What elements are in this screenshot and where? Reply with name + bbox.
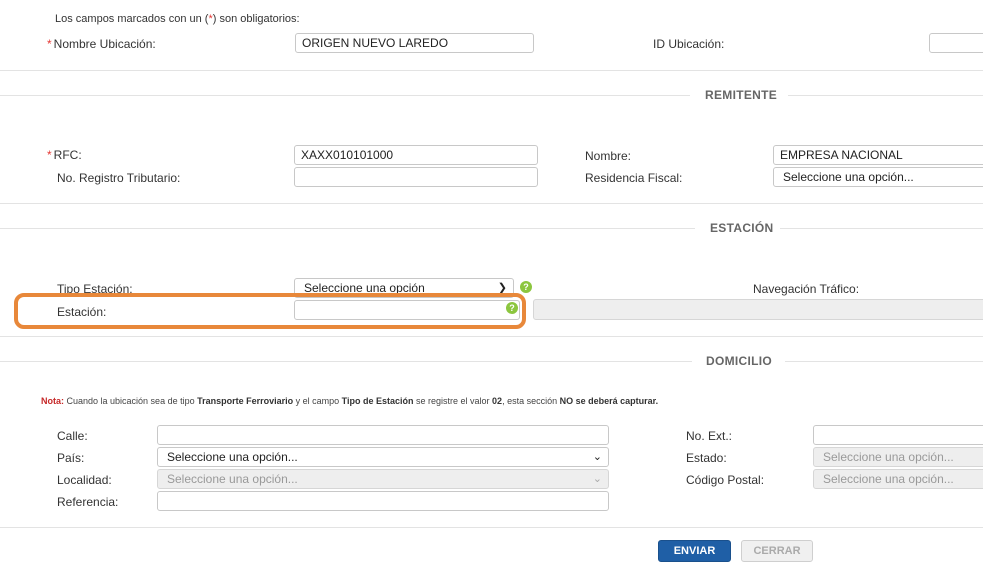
navegacion-trafico-label: Navegación Tráfico: xyxy=(753,282,860,296)
rfc-input[interactable]: XAXX010101000 xyxy=(294,145,538,165)
section-title-remitente: REMITENTE xyxy=(705,88,778,102)
referencia-input[interactable] xyxy=(157,491,609,511)
pais-label: País: xyxy=(57,451,85,465)
registro-tributario-input[interactable] xyxy=(294,167,538,187)
navegacion-trafico-field xyxy=(533,299,983,320)
enviar-button[interactable]: ENVIAR xyxy=(658,540,731,562)
divider xyxy=(0,203,983,204)
divider xyxy=(0,70,983,71)
referencia-label: Referencia: xyxy=(57,495,119,509)
rfc-label: * RFC: xyxy=(47,148,82,162)
nombre-input[interactable]: EMPRESA NACIONAL xyxy=(773,145,983,165)
domicilio-note: Nota: Cuando la ubicación sea de tipo Tr… xyxy=(41,396,659,406)
chevron-down-icon: ⌄ xyxy=(592,473,602,485)
section-line xyxy=(785,361,983,362)
section-line xyxy=(0,361,692,362)
estado-label: Estado: xyxy=(686,451,727,465)
estado-select[interactable]: Seleccione una opción... xyxy=(813,447,983,467)
section-line xyxy=(0,228,695,229)
chevron-down-icon: ⌄ xyxy=(592,451,602,463)
required-mark: * xyxy=(47,148,52,162)
pais-select[interactable]: Seleccione una opción... ⌄ xyxy=(157,447,609,467)
registro-tributario-label: No. Registro Tributario: xyxy=(57,171,181,185)
id-ubicacion-label: ID Ubicación: xyxy=(653,37,725,51)
nombre-ubicacion-label: * Nombre Ubicación: xyxy=(47,37,156,51)
section-line xyxy=(0,95,690,96)
section-title-domicilio: DOMICILIO xyxy=(706,354,773,368)
highlight-box xyxy=(14,293,526,329)
required-fields-note: Los campos marcados con un (*) son oblig… xyxy=(55,13,300,25)
divider xyxy=(0,527,983,528)
calle-input[interactable] xyxy=(157,425,609,445)
no-ext-input[interactable] xyxy=(813,425,983,445)
codigo-postal-label: Código Postal: xyxy=(686,473,765,487)
residencia-fiscal-label: Residencia Fiscal: xyxy=(585,171,683,185)
nombre-ubicacion-input[interactable]: ORIGEN NUEVO LAREDO xyxy=(295,33,534,53)
id-ubicacion-input[interactable] xyxy=(929,33,983,53)
section-title-estacion: ESTACIÓN xyxy=(710,221,774,235)
nombre-label: Nombre: xyxy=(585,149,632,163)
localidad-select[interactable]: Seleccione una opción... ⌄ xyxy=(157,469,609,489)
no-ext-label: No. Ext.: xyxy=(686,429,733,443)
codigo-postal-select[interactable]: Seleccione una opción... xyxy=(813,469,983,489)
section-line xyxy=(788,95,983,96)
section-line xyxy=(780,228,983,229)
residencia-fiscal-select[interactable]: Seleccione una opción... xyxy=(773,167,983,187)
localidad-label: Localidad: xyxy=(57,473,112,487)
cerrar-button[interactable]: CERRAR xyxy=(741,540,813,562)
divider xyxy=(0,336,983,337)
calle-label: Calle: xyxy=(57,429,88,443)
help-icon[interactable]: ? xyxy=(520,281,532,293)
required-mark: * xyxy=(47,37,52,51)
